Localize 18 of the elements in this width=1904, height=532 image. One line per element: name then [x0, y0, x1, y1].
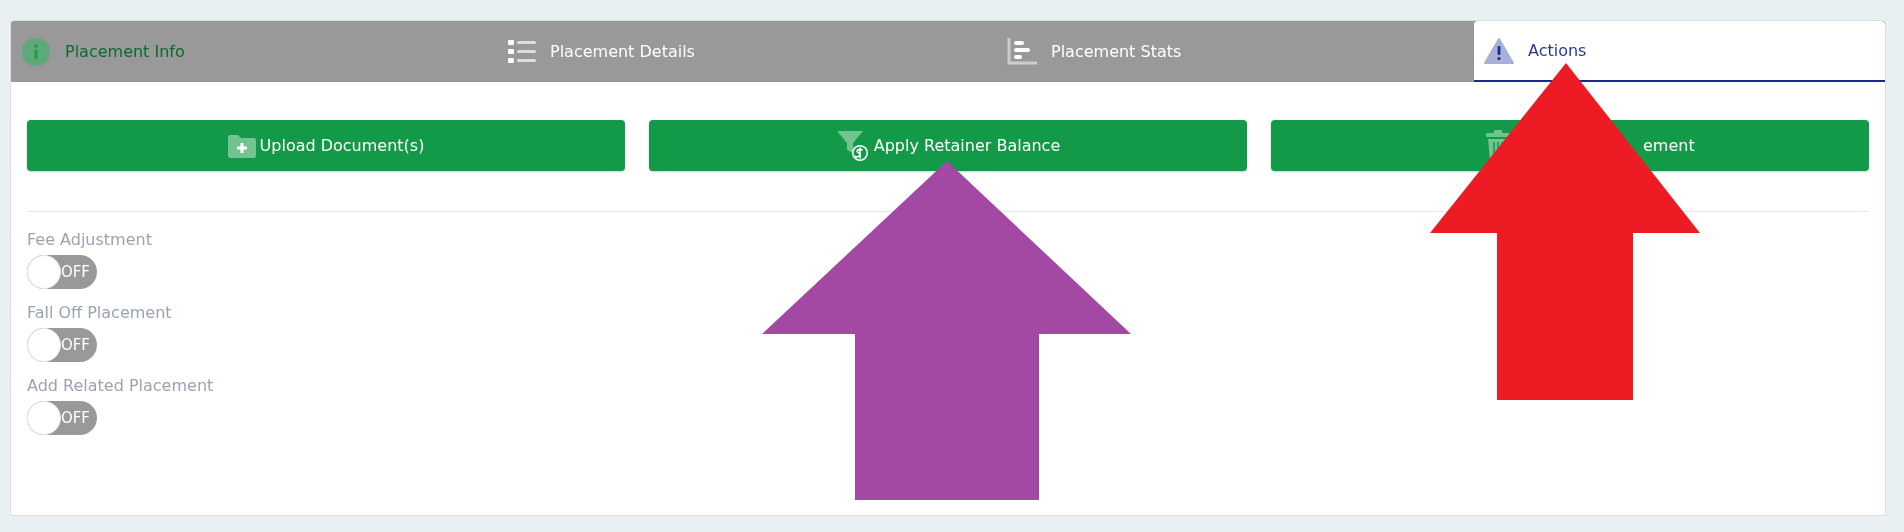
action-button[interactable]: Apply Retainer Balance — [649, 120, 1247, 171]
tab[interactable]: Actions — [1474, 21, 1885, 82]
toggle-switch[interactable]: OFF — [27, 255, 97, 289]
funnel-dollar-icon — [835, 129, 870, 162]
action-button[interactable]: Upload Document(s) — [27, 120, 625, 171]
toggle-label: Add Related Placement — [27, 376, 215, 395]
tab[interactable]: Placement Stats — [997, 21, 1474, 82]
bar-chart-icon — [1007, 37, 1037, 66]
toggle-label: Fee Adjustment — [27, 230, 153, 249]
folder-plus-icon — [227, 133, 256, 158]
list-icon — [508, 38, 536, 65]
tab[interactable]: Placement Info — [11, 21, 498, 82]
warning-icon — [1484, 37, 1514, 64]
info-icon — [21, 36, 51, 67]
toggle-label: Fall Off Placement — [27, 303, 173, 322]
toggle-switch[interactable]: OFF — [27, 328, 97, 362]
toggle-switch[interactable]: OFF — [27, 401, 97, 435]
tab[interactable]: Placement Details — [498, 21, 997, 82]
